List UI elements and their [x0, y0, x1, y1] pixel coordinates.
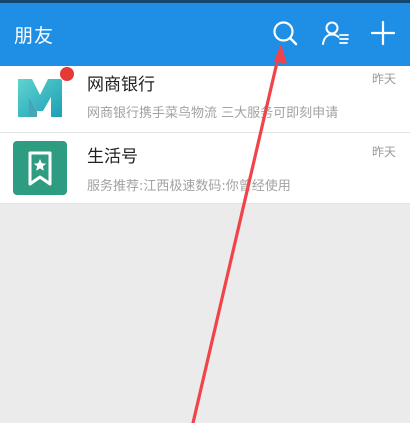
contacts-icon[interactable]	[321, 19, 349, 47]
conversation-time: 昨天	[371, 72, 396, 86]
search-icon[interactable]	[271, 19, 299, 47]
top-bar: 朋友	[0, 0, 410, 66]
plus-icon[interactable]	[369, 19, 397, 47]
star-bookmark-icon	[13, 141, 67, 195]
conversation-item-mybank[interactable]: 网商银行 网商银行携手菜鸟物流 三大服务可即刻申请 昨天	[0, 66, 410, 133]
conversation-name: 网商银行	[87, 75, 155, 95]
mybank-logo-icon	[13, 71, 67, 125]
conversation-time: 昨天	[371, 145, 396, 159]
page-title: 朋友	[14, 25, 55, 47]
conversation-name: 生活号	[87, 147, 138, 167]
conversation-preview: 网商银行携手菜鸟物流 三大服务可即刻申请	[87, 106, 339, 121]
conversation-list: 网商银行 网商银行携手菜鸟物流 三大服务可即刻申请 昨天 生活号 服务推荐:江西…	[0, 66, 410, 204]
unread-badge	[59, 66, 75, 82]
conversation-preview: 服务推荐:江西极速数码:你曾经使用	[87, 179, 291, 194]
conversation-item-life-account[interactable]: 生活号 服务推荐:江西极速数码:你曾经使用 昨天	[0, 133, 410, 204]
